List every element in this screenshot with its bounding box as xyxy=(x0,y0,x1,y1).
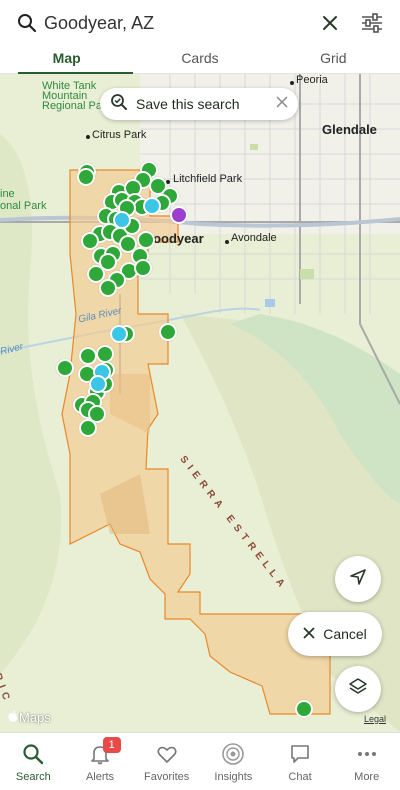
city-dot-peoria xyxy=(290,81,294,85)
legal-link[interactable]: Legal xyxy=(364,714,386,724)
apple-logo-icon xyxy=(8,710,18,725)
label-glendale: Glendale xyxy=(322,122,377,137)
tabbar-item-search[interactable]: Search xyxy=(0,733,67,790)
tabbar-item-more[interactable]: More xyxy=(333,733,400,790)
bottom-tab-bar: Search 1 Alerts Favorites Insights Chat … xyxy=(0,732,400,790)
search-icon xyxy=(16,12,38,34)
listing-pin[interactable] xyxy=(56,359,74,377)
map-layers-button[interactable] xyxy=(335,666,381,712)
save-search-button[interactable]: Save this search xyxy=(100,88,298,120)
tabbar-label: More xyxy=(354,771,380,783)
layers-icon xyxy=(348,677,368,702)
listing-pin[interactable] xyxy=(99,253,117,271)
listing-pin-highlighted[interactable] xyxy=(110,325,128,343)
dismiss-icon[interactable] xyxy=(276,95,288,113)
tab-map[interactable]: Map xyxy=(0,46,134,74)
listing-pin[interactable] xyxy=(99,279,117,297)
maps-label: Maps xyxy=(19,710,51,725)
listing-pin[interactable] xyxy=(79,347,97,365)
locate-me-button[interactable] xyxy=(335,556,381,602)
location-arrow-icon xyxy=(349,568,367,591)
listing-pin-selected[interactable] xyxy=(170,206,188,224)
listing-pin[interactable] xyxy=(79,419,97,437)
close-icon[interactable] xyxy=(316,9,344,37)
label-citrus-park: Citrus Park xyxy=(92,129,147,141)
label-onal-park: onal Park xyxy=(0,200,47,212)
listing-pin[interactable] xyxy=(159,323,177,341)
save-search-label: Save this search xyxy=(136,96,240,112)
tab-grid[interactable]: Grid xyxy=(267,46,400,73)
saved-search-icon xyxy=(110,93,128,116)
tabbar-label: Search xyxy=(15,771,51,783)
listing-pin[interactable] xyxy=(295,700,313,718)
tabbar-item-chat[interactable]: Chat xyxy=(267,733,334,790)
tabbar-label: Insights xyxy=(214,771,253,783)
listing-pin-highlighted[interactable] xyxy=(143,197,161,215)
listing-pin[interactable] xyxy=(77,168,95,186)
more-icon xyxy=(354,741,380,767)
map-view[interactable]: White Tank Mountain Regional Park ine on… xyxy=(0,74,400,732)
tabbar-item-favorites[interactable]: Favorites xyxy=(133,733,200,790)
tab-cards[interactable]: Cards xyxy=(133,46,266,73)
label-peoria: Peoria xyxy=(296,74,328,86)
close-icon xyxy=(303,626,315,642)
search-bar[interactable]: Goodyear, AZ xyxy=(0,0,400,46)
insights-icon xyxy=(220,741,246,767)
tabbar-label: Chat xyxy=(288,771,312,783)
view-tabs: Map Cards Grid xyxy=(0,46,400,74)
tabbar-item-insights[interactable]: Insights xyxy=(200,733,267,790)
cancel-draw-button[interactable]: Cancel xyxy=(288,612,382,656)
listing-pin-highlighted[interactable] xyxy=(89,375,107,393)
label-avondale: Avondale xyxy=(231,232,277,244)
label-ine: ine xyxy=(0,188,15,200)
alerts-badge: 1 xyxy=(102,737,121,753)
chat-icon xyxy=(287,741,313,767)
listing-pin-highlighted[interactable] xyxy=(113,211,131,229)
label-litchfield-park: Litchfield Park xyxy=(173,173,243,185)
filter-icon[interactable] xyxy=(358,9,386,37)
maps-attribution: Maps xyxy=(8,710,51,725)
search-query[interactable]: Goodyear, AZ xyxy=(44,13,302,34)
city-dot-avondale xyxy=(225,240,229,244)
tabbar-item-alerts[interactable]: 1 Alerts xyxy=(67,733,134,790)
tabbar-label: Alerts xyxy=(85,771,115,783)
heart-icon xyxy=(154,741,180,767)
cancel-label: Cancel xyxy=(323,626,367,642)
search-icon xyxy=(20,741,46,767)
listing-pin[interactable] xyxy=(134,259,152,277)
tabbar-label: Favorites xyxy=(144,771,190,783)
city-dot-citrus-park xyxy=(86,135,90,139)
